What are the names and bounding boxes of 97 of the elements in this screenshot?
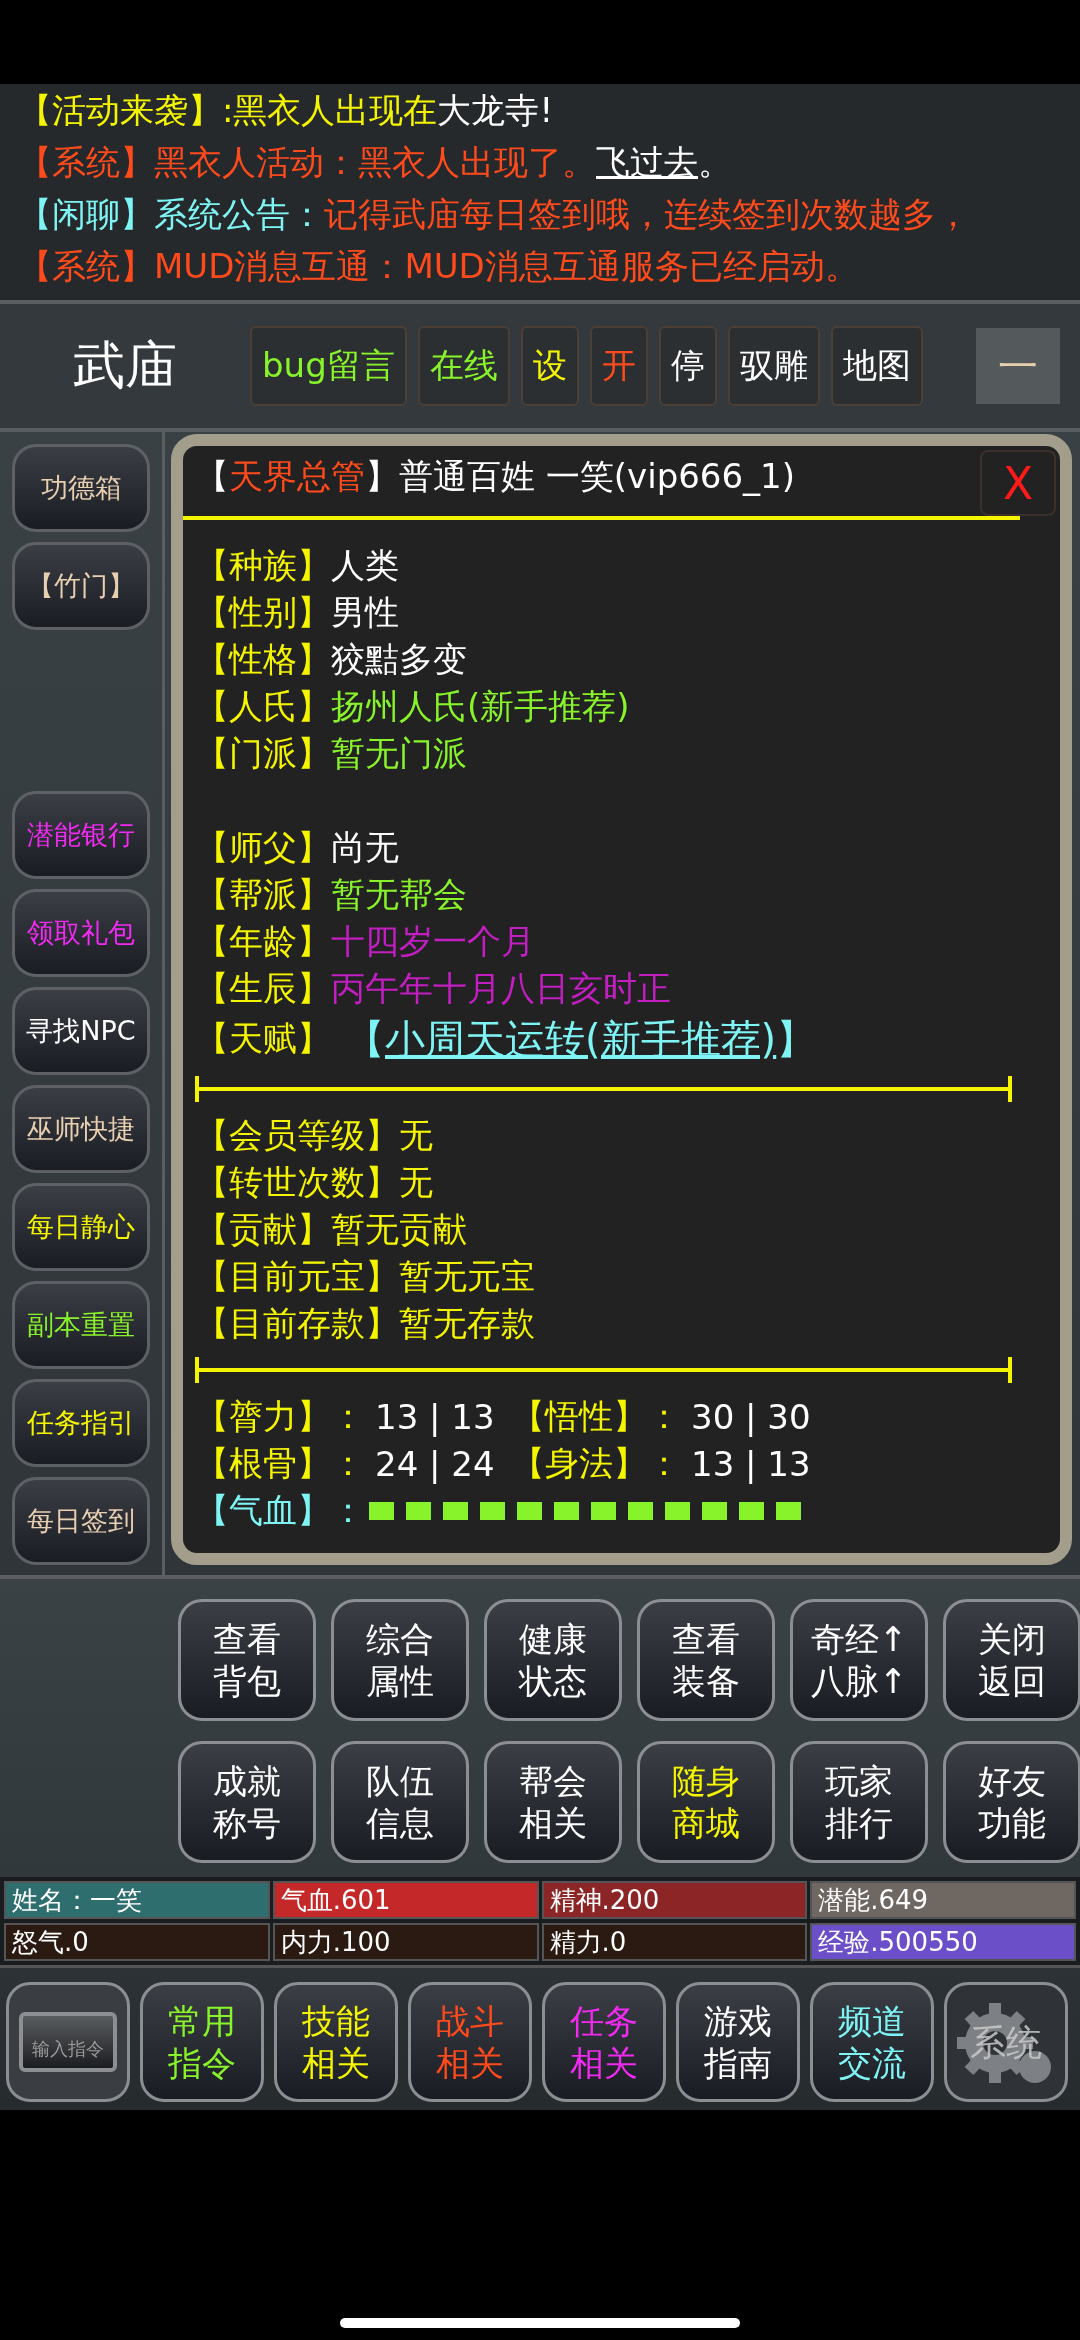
status-cell: 潜能.649 — [810, 1881, 1076, 1919]
field-label: 【转世次数】 — [195, 1160, 399, 1204]
sidebar-button[interactable]: 潜能银行 — [12, 791, 150, 879]
stat-label: 【身法】： — [511, 1441, 682, 1485]
field-value: 丙午年十月八日亥时正 — [331, 966, 671, 1010]
talent-link[interactable]: 【小周天运转(新手推荐)】 — [345, 1011, 817, 1067]
field-label: 【种族】 — [195, 543, 331, 587]
field-label: 【性格】 — [195, 637, 331, 681]
sidebar-button[interactable]: 巫师快捷 — [12, 1085, 150, 1173]
nav-button[interactable]: 技能相关 — [274, 1982, 398, 2102]
stat-label: 【悟性】： — [511, 1394, 682, 1438]
stat-label: 【膂力】： — [195, 1394, 366, 1438]
meter-label: 【气血】： — [195, 1488, 366, 1532]
field-value: 尚无 — [331, 825, 399, 869]
action-button[interactable]: 关闭返回 — [943, 1599, 1080, 1721]
field-value: 狡黠多变 — [331, 637, 467, 681]
field-value: 十四岁一个月 — [331, 919, 535, 963]
stat-value: 13 | 13 — [691, 1443, 807, 1484]
field-label: 【目前存款】 — [195, 1301, 399, 1345]
sidebar-button[interactable]: 任务指引 — [12, 1379, 150, 1467]
status-cell: 精神.200 — [541, 1881, 808, 1919]
header-button[interactable]: 在线 — [417, 326, 510, 406]
field-label: 【师父】 — [195, 825, 331, 869]
field-value: 人类 — [331, 543, 399, 587]
stat-value: 13 | 13 — [375, 1396, 491, 1437]
action-button[interactable]: 综合属性 — [331, 1599, 469, 1721]
action-button[interactable]: 查看背包 — [178, 1599, 316, 1721]
field-value: 无 — [399, 1160, 433, 1204]
message-link[interactable]: 飞过去 — [596, 142, 698, 182]
close-button[interactable]: X — [980, 450, 1056, 516]
nav-button[interactable]: 任务相关 — [542, 1982, 666, 2102]
action-button[interactable]: 健康状态 — [484, 1599, 622, 1721]
field-label: 【贡献】 — [195, 1207, 331, 1251]
field-label: 【门派】 — [195, 731, 331, 775]
home-indicator[interactable] — [340, 2318, 740, 2328]
field-label: 【天赋】 — [195, 1017, 331, 1060]
action-button[interactable]: 查看装备 — [637, 1599, 775, 1721]
sidebar-button[interactable]: 功德箱 — [12, 444, 150, 532]
action-button[interactable]: 帮会相关 — [484, 1741, 622, 1863]
field-value: 无 — [399, 1113, 433, 1157]
status-cell: 气血.601 — [272, 1881, 539, 1919]
message-text: 。 — [698, 142, 732, 182]
status-cell: 姓名：一笑 — [4, 1881, 270, 1919]
field-value: 暂无元宝 — [399, 1254, 535, 1298]
action-button[interactable]: 随身商城 — [637, 1741, 775, 1863]
field-value: 暂无贡献 — [331, 1207, 467, 1251]
action-button[interactable]: 奇经↑八脉↑ — [790, 1599, 928, 1721]
header-button[interactable]: 设 — [520, 326, 579, 406]
field-label: 【性别】 — [195, 590, 331, 634]
field-value: 暂无存款 — [399, 1301, 535, 1345]
stat-label: 【根骨】： — [195, 1441, 366, 1485]
status-cell: 经验.500550 — [810, 1923, 1076, 1961]
nav-button[interactable]: 常用指令 — [140, 1982, 264, 2102]
sidebar-button[interactable]: 寻找NPC — [12, 987, 150, 1075]
sidebar-button[interactable]: 每日静心 — [12, 1183, 150, 1271]
field-value: 暂无门派 — [331, 731, 467, 775]
field-value: 暂无帮会 — [331, 872, 467, 916]
message-text: 大龙寺! — [437, 90, 554, 130]
field-label: 【目前元宝】 — [195, 1254, 399, 1298]
field-label: 【生辰】 — [195, 966, 331, 1010]
action-button[interactable]: 玩家排行 — [790, 1741, 928, 1863]
input-command-button[interactable]: 输入指令 — [6, 1982, 130, 2102]
sidebar-button[interactable]: 副本重置 — [12, 1281, 150, 1369]
message-text: 系统公告： — [154, 194, 324, 234]
panel-title: 【天界总管】普通百姓 一笑(vip666_1) — [195, 455, 795, 498]
header-button[interactable]: bug留言 — [250, 326, 407, 406]
header-button[interactable]: 地图 — [830, 326, 923, 406]
stat-value: 24 | 24 — [375, 1443, 491, 1484]
status-cell: 内力.100 — [272, 1923, 539, 1961]
nav-button[interactable]: 游戏指南 — [676, 1982, 800, 2102]
message-text: 【闲聊】 — [18, 194, 154, 234]
action-button[interactable]: 队伍信息 — [331, 1741, 469, 1863]
field-label: 【会员等级】 — [195, 1113, 399, 1157]
message-text: 【系统】黑衣人活动：黑衣人出现了。 — [18, 142, 596, 182]
nav-button[interactable]: 频道交流 — [810, 1982, 934, 2102]
field-label: 【人氏】 — [195, 684, 331, 728]
sidebar-button[interactable]: 【竹门】 — [12, 542, 150, 630]
minimize-button[interactable]: 一 — [976, 328, 1060, 404]
header-button[interactable]: 停 — [658, 326, 717, 406]
field-value: 男性 — [331, 590, 399, 634]
nav-button[interactable]: 战斗相关 — [408, 1982, 532, 2102]
header-button[interactable]: 开 — [589, 326, 648, 406]
status-cell: 精力.0 — [541, 1923, 808, 1961]
header-button[interactable]: 驭雕 — [727, 326, 820, 406]
sidebar-button[interactable]: 领取礼包 — [12, 889, 150, 977]
stat-value: 30 | 30 — [691, 1396, 807, 1437]
field-label: 【年龄】 — [195, 919, 331, 963]
status-cell: 怒气.0 — [4, 1923, 270, 1961]
message-text: 【系统】MUD消息互通：MUD消息互通服务已经启动。 — [18, 246, 859, 286]
sidebar-button[interactable]: 每日签到 — [12, 1477, 150, 1565]
message-text: 【活动来袭】:黑衣人出现在 — [18, 90, 438, 130]
field-value: 扬州人氏(新手推荐) — [331, 684, 630, 728]
location-title: 武庙 — [72, 334, 178, 397]
message-text: 记得武庙每日签到哦，连续签到次数越多， — [324, 194, 970, 234]
action-button[interactable]: 好友功能 — [943, 1741, 1080, 1863]
field-label: 【帮派】 — [195, 872, 331, 916]
action-button[interactable]: 成就称号 — [178, 1741, 316, 1863]
